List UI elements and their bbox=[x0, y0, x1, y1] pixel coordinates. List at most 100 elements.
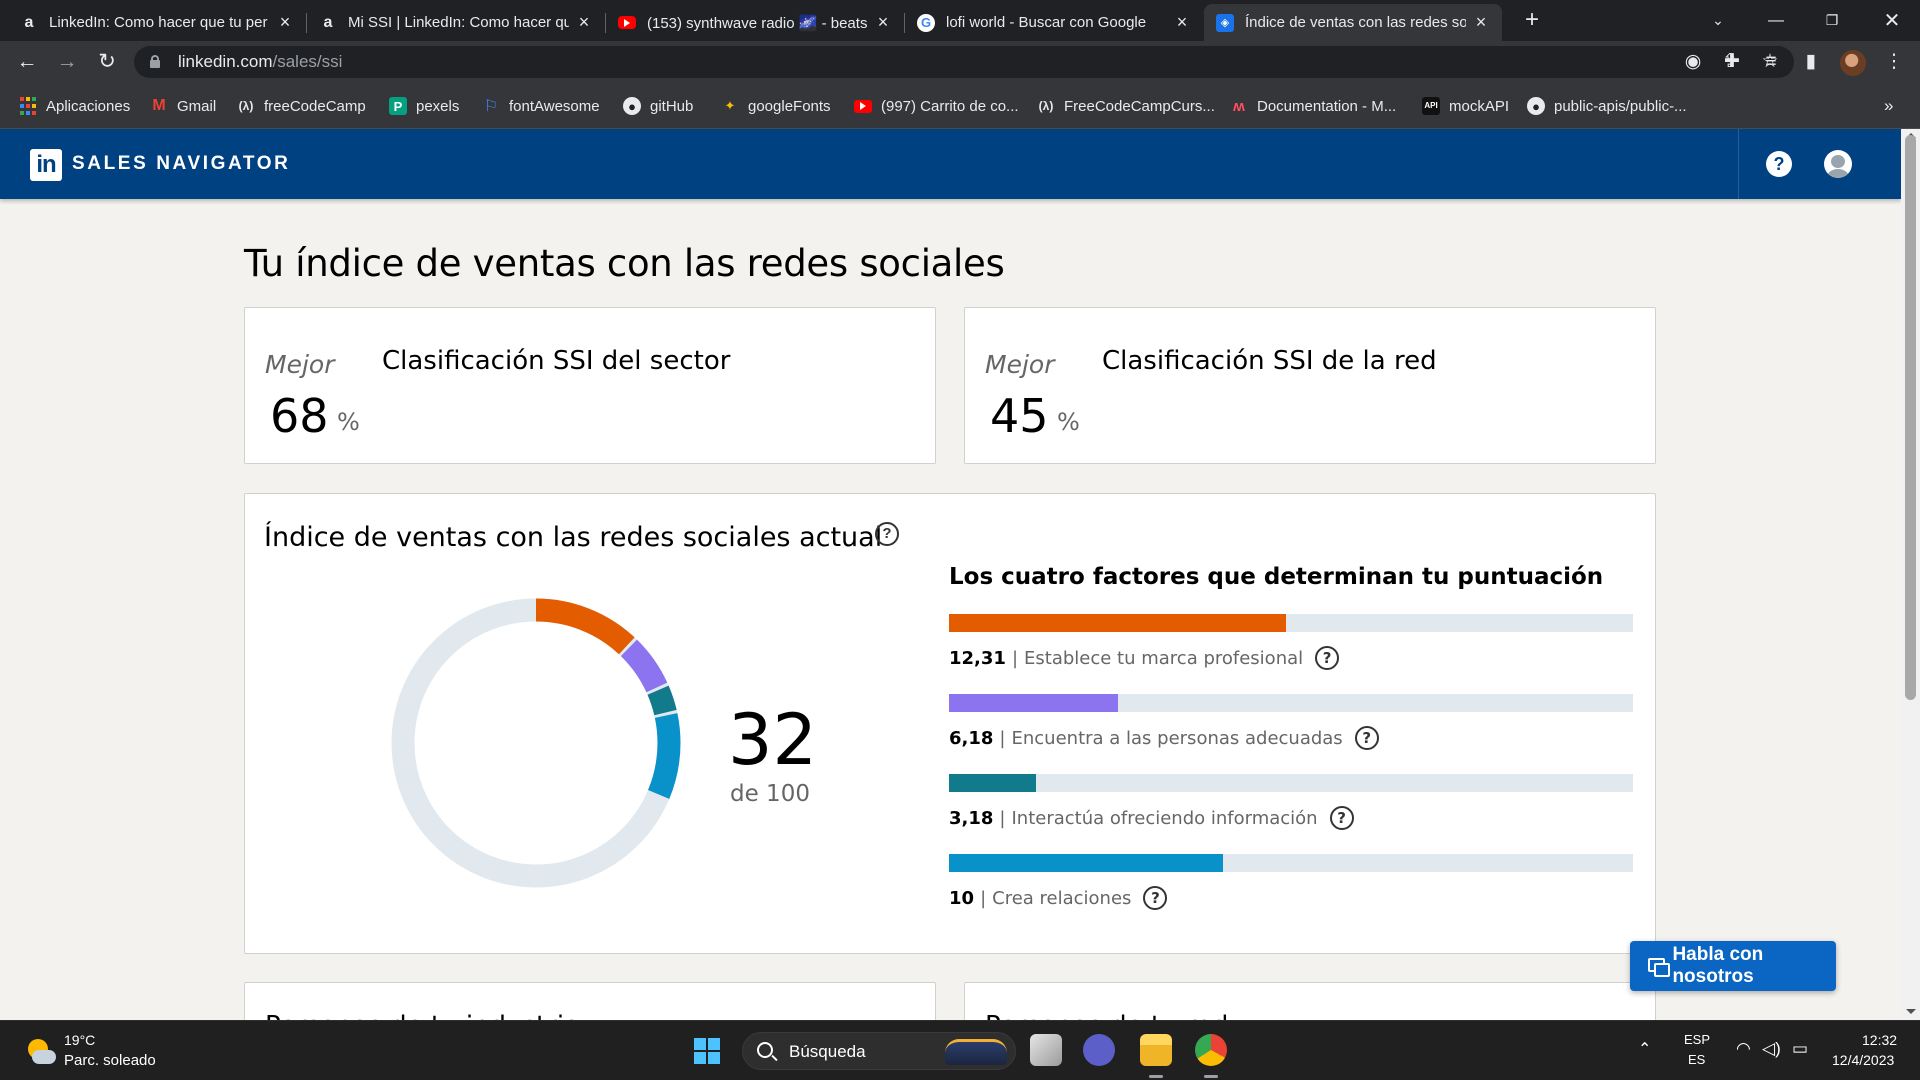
restore-button[interactable]: ❐ bbox=[1804, 0, 1860, 41]
extensions-puzzle-icon[interactable]: ✚ bbox=[1718, 48, 1746, 76]
network-rank-card: Mejor 45 % Clasificación SSI de la red bbox=[964, 307, 1656, 464]
bookmark-item[interactable]: (997) Carrito de co... bbox=[854, 95, 1019, 117]
extension-bulb-icon[interactable]: ◉ bbox=[1679, 48, 1707, 76]
bookmark-item[interactable]: ● public-apis/public-... bbox=[1527, 95, 1687, 117]
bookmark-item[interactable]: (λ) freeCodeCamp bbox=[237, 95, 366, 117]
bookmark-item[interactable]: ● gitHub bbox=[623, 95, 693, 117]
help-circle-icon[interactable]: ? bbox=[875, 522, 899, 546]
scroll-down-icon[interactable] bbox=[1906, 1009, 1916, 1014]
googlefonts-icon: ✦ bbox=[724, 98, 736, 113]
weather-partly-sunny-icon[interactable] bbox=[26, 1037, 56, 1067]
compass-icon: ◈ bbox=[1216, 13, 1234, 32]
browser-tab[interactable]: (153) synthwave radio 🌌 - beats × bbox=[606, 4, 905, 41]
bookmark-item[interactable]: ⚐ fontAwesome bbox=[482, 95, 600, 117]
windows-start-button[interactable] bbox=[694, 1038, 720, 1064]
window-close-button[interactable]: ✕ bbox=[1864, 0, 1920, 41]
browser-tab[interactable]: a Mi SSI | LinkedIn: Como hacer qu × bbox=[307, 4, 606, 41]
ssi-heading: Índice de ventas con las redes sociales … bbox=[264, 522, 883, 553]
close-icon[interactable]: × bbox=[276, 12, 294, 33]
taskbar-search-box[interactable]: Búsqueda bbox=[742, 1032, 1016, 1070]
wifi-icon[interactable]: ◠ bbox=[1736, 1039, 1751, 1059]
bookmark-label: mockAPI bbox=[1449, 97, 1510, 115]
input-language[interactable]: ESP bbox=[1684, 1032, 1710, 1047]
new-tab-button[interactable]: + bbox=[1518, 7, 1546, 35]
input-layout[interactable]: ES bbox=[1688, 1052, 1705, 1067]
close-icon[interactable]: × bbox=[1173, 12, 1191, 33]
bookmark-item[interactable]: (λ) FreeCodeCampCurs... bbox=[1037, 95, 1215, 117]
github-icon: ● bbox=[623, 97, 641, 115]
factor-label: Encuentra a las personas adecuadas bbox=[1011, 727, 1343, 749]
help-circle-icon[interactable]: ? bbox=[1329, 806, 1354, 830]
bookmark-item[interactable]: ✦ googleFonts bbox=[721, 95, 831, 117]
chat-icon bbox=[1648, 958, 1671, 977]
bookmark-label: Gmail bbox=[177, 97, 217, 115]
help-circle-icon[interactable]: ? bbox=[1315, 646, 1340, 670]
side-panel-icon[interactable]: ▮ bbox=[1797, 48, 1825, 76]
youtube-icon bbox=[854, 99, 872, 113]
scrollbar-thumb[interactable] bbox=[1905, 135, 1916, 700]
factor-row: 3,18 | Interactúa ofreciendo información? bbox=[949, 806, 1354, 830]
bookmark-item[interactable]: ʍ Documentation - M... bbox=[1230, 95, 1396, 117]
browser-tab[interactable]: a LinkedIn: Como hacer que tu per × bbox=[8, 4, 307, 41]
rank-better-label: Mejor bbox=[985, 350, 1055, 379]
freecodecamp-icon: (λ) bbox=[238, 99, 254, 113]
bookmark-label: Documentation - M... bbox=[1257, 97, 1397, 115]
factor-row: 12,31 | Establece tu marca profesional? bbox=[949, 646, 1340, 670]
bookmark-item[interactable]: P pexels bbox=[389, 95, 459, 117]
browser-tab[interactable]: G lofi world - Buscar con Google × bbox=[905, 4, 1203, 41]
industry-rank-card: Mejor 68 % Clasificación SSI del sector bbox=[244, 307, 936, 464]
close-icon[interactable]: × bbox=[874, 12, 892, 33]
task-view-icon[interactable] bbox=[1030, 1034, 1062, 1066]
profile-avatar[interactable] bbox=[1840, 50, 1866, 76]
volume-icon[interactable]: ◁) bbox=[1762, 1039, 1781, 1059]
factor-bar-fill bbox=[949, 694, 1119, 712]
url-text: linkedin.com/sales/ssi bbox=[178, 52, 343, 71]
linkedin-logo[interactable]: in bbox=[30, 149, 62, 181]
battery-icon[interactable]: ▭ bbox=[1792, 1039, 1808, 1059]
card-heading: Personas de tu industria bbox=[265, 1011, 580, 1020]
address-bar[interactable]: linkedin.com/sales/ssi ⇪ ☆ bbox=[134, 46, 1794, 78]
ssi-score: 32 bbox=[728, 699, 818, 781]
file-explorer-icon[interactable] bbox=[1140, 1034, 1172, 1078]
tab-title: lofi world - Buscar con Google bbox=[946, 14, 1147, 31]
more-bookmarks-icon[interactable]: » bbox=[1884, 95, 1893, 117]
factor-value: 3,18 bbox=[949, 807, 994, 829]
bookmark-item[interactable]: API mockAPI bbox=[1422, 95, 1509, 117]
page-scrollbar[interactable] bbox=[1901, 129, 1920, 1020]
clock-date[interactable]: 12/4/2023 bbox=[1832, 1052, 1894, 1068]
tab-search-icon[interactable]: ⌄ bbox=[1690, 0, 1746, 41]
weather-condition[interactable]: Parc. soleado bbox=[64, 1052, 156, 1069]
product-title[interactable]: SALES NAVIGATOR bbox=[72, 153, 290, 175]
github-icon: ● bbox=[1527, 97, 1545, 115]
weather-temperature[interactable]: 19°C bbox=[64, 1032, 95, 1048]
teams-chat-icon[interactable] bbox=[1083, 1034, 1115, 1066]
chrome-icon[interactable] bbox=[1195, 1034, 1227, 1078]
factor-label: Interactúa ofreciendo información bbox=[1011, 807, 1318, 829]
bookmark-label: Aplicaciones bbox=[46, 97, 131, 115]
show-hidden-icons-icon[interactable]: ⌃ bbox=[1638, 1039, 1651, 1059]
browser-tab-strip: a LinkedIn: Como hacer que tu per × a Mi… bbox=[0, 0, 1920, 41]
clock-time[interactable]: 12:32 bbox=[1862, 1032, 1897, 1048]
help-circle-icon[interactable]: ? bbox=[1354, 726, 1379, 750]
bookmark-label: FreeCodeCampCurs... bbox=[1064, 97, 1215, 115]
browser-tab-active[interactable]: ◈ Índice de ventas con las redes so × bbox=[1204, 4, 1502, 41]
back-button[interactable]: ← bbox=[13, 48, 41, 76]
help-circle-icon[interactable]: ? bbox=[1143, 886, 1168, 910]
flag-icon: ⚐ bbox=[483, 98, 499, 115]
bookmark-label: (997) Carrito de co... bbox=[881, 97, 1019, 115]
forward-button[interactable]: → bbox=[53, 48, 81, 76]
reload-button[interactable]: ↻ bbox=[93, 48, 121, 76]
help-button[interactable]: ? bbox=[1766, 151, 1792, 177]
factor-row: 10 | Crea relaciones? bbox=[949, 886, 1168, 910]
chat-with-us-button[interactable]: Habla con nosotros bbox=[1630, 941, 1836, 991]
close-icon[interactable]: × bbox=[575, 12, 593, 33]
bookmark-item[interactable]: M Gmail bbox=[150, 95, 216, 117]
bookmark-item[interactable]: Aplicaciones bbox=[19, 95, 130, 117]
minimize-button[interactable]: — bbox=[1748, 0, 1804, 41]
user-avatar-button[interactable] bbox=[1824, 150, 1852, 178]
lock-icon[interactable] bbox=[150, 55, 160, 68]
menu-kebab-icon[interactable]: ⋮ bbox=[1880, 48, 1908, 76]
media-control-icon[interactable]: ≡ bbox=[1757, 48, 1785, 76]
close-icon[interactable]: × bbox=[1472, 12, 1490, 33]
factor-bar-fill bbox=[949, 614, 1286, 632]
